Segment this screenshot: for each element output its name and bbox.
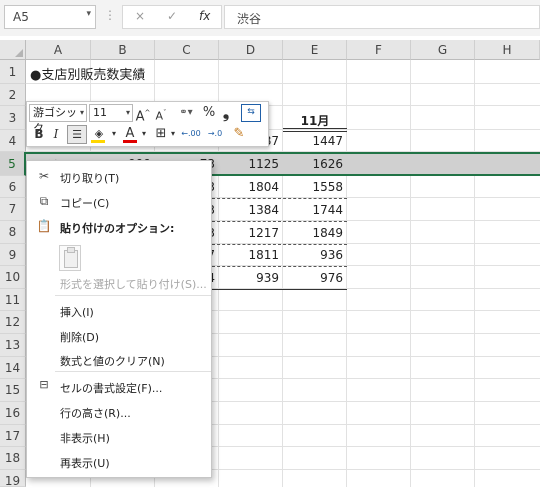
row-header-11[interactable]: 11 <box>0 289 26 311</box>
context-menu: ✂ 切り取り(T) ⧉ コピー(C) 📋 貼り付けのオプション: 形式を選択して… <box>26 160 212 478</box>
menu-item-hide[interactable]: 非表示(H) <box>60 430 110 446</box>
cell-d8: 1217 <box>248 226 279 240</box>
formula-input[interactable]: 渋谷 <box>224 5 540 29</box>
enter-icon[interactable]: ✓ <box>167 9 177 23</box>
menu-item-clear[interactable]: 数式と値のクリア(N) <box>60 353 165 369</box>
wrap-text-icon[interactable]: ⇆ <box>241 104 261 122</box>
column-header-a[interactable]: A <box>26 40 91 60</box>
more-icon: ⋮ <box>104 8 116 22</box>
select-all-corner[interactable] <box>0 40 26 60</box>
chevron-down-icon[interactable]: ▾ <box>86 9 91 19</box>
row-header-2[interactable]: 2 <box>0 84 26 106</box>
menu-item-copy[interactable]: コピー(C) <box>60 195 109 211</box>
row-header-9[interactable]: 9 <box>0 244 26 266</box>
percent-icon[interactable]: % <box>201 104 217 122</box>
cell-d9: 1811 <box>248 248 279 262</box>
font-color-icon[interactable]: A <box>121 125 139 143</box>
row-header-3[interactable]: 3 <box>0 106 26 130</box>
cell-e7: 1744 <box>312 203 343 217</box>
insert-function-icon[interactable]: fx <box>199 9 210 23</box>
cell-e10: 976 <box>320 271 343 285</box>
italic-icon[interactable]: I <box>49 125 63 143</box>
align-center-icon[interactable]: ☰ <box>67 125 87 144</box>
column-header-b[interactable]: B <box>91 40 155 60</box>
menu-item-delete[interactable]: 削除(D) <box>60 329 99 345</box>
format-painter-icon[interactable]: ✎ <box>231 125 247 143</box>
fill-color-icon[interactable]: ◈ <box>89 125 109 143</box>
menu-item-format-cells[interactable]: セルの書式設定(F)... <box>60 380 162 396</box>
cell-e8: 1849 <box>312 226 343 240</box>
format-cells-icon: ⊟ <box>39 378 49 391</box>
clipboard-icon: 📋 <box>36 219 52 233</box>
scissors-icon: ✂ <box>38 169 50 183</box>
menu-item-paste-special[interactable]: 形式を選択して貼り付け(S)... <box>60 276 207 292</box>
column-header-f[interactable]: F <box>347 40 411 60</box>
shrink-font-icon[interactable]: Aˇ <box>153 104 169 126</box>
cancel-icon[interactable]: × <box>135 9 145 23</box>
row-header-7[interactable]: 7 <box>0 198 26 221</box>
row-header-13[interactable]: 13 <box>0 334 26 357</box>
menu-item-unhide[interactable]: 再表示(U) <box>60 455 110 471</box>
chevron-down-icon[interactable]: ▾ <box>140 125 148 143</box>
sheet-title: ●支店別販売数実績 <box>30 68 146 83</box>
font-name-select[interactable]: 游ゴシック ▾ <box>29 104 87 135</box>
formula-bar: A5 ▾ ⋮ × ✓ fx 渋谷 <box>0 0 540 36</box>
bold-icon[interactable]: B <box>31 125 47 143</box>
cell-e5: 1626 <box>312 157 343 171</box>
menu-item-paste-options: 貼り付けのオプション: <box>60 222 175 235</box>
copy-icon: ⧉ <box>39 194 49 208</box>
column-header-d[interactable]: D <box>219 40 283 60</box>
row-header-15[interactable]: 15 <box>0 379 26 402</box>
menu-item-cut[interactable]: 切り取り(T) <box>60 170 119 186</box>
cell-d10: 939 <box>256 271 279 285</box>
cell-e6: 1558 <box>312 180 343 194</box>
cell-e4: 1447 <box>312 134 343 148</box>
row-header-12[interactable]: 12 <box>0 311 26 334</box>
chevron-down-icon[interactable]: ▾ <box>110 125 118 143</box>
row-header-10[interactable]: 10 <box>0 266 26 289</box>
row-header-17[interactable]: 17 <box>0 425 26 447</box>
name-box[interactable]: A5 ▾ <box>4 5 96 29</box>
accounting-format-icon[interactable]: ⚭▾ <box>173 104 199 122</box>
row-header-4[interactable]: 4 <box>0 130 26 152</box>
borders-icon[interactable]: ⊞ <box>153 125 169 143</box>
font-size-select[interactable]: 11 ▾ <box>89 104 133 122</box>
row-header-18[interactable]: 18 <box>0 447 26 470</box>
row-header-8[interactable]: 8 <box>0 221 26 244</box>
grow-font-icon[interactable]: A^ <box>135 104 151 126</box>
increase-decimal-icon[interactable]: ←.00 <box>181 125 201 143</box>
row-header-6[interactable]: 6 <box>0 176 26 198</box>
cell-d7: 1384 <box>248 203 279 217</box>
cell-d6: 1804 <box>248 180 279 194</box>
comma-style-icon[interactable]: ❟ <box>219 104 233 122</box>
chevron-down-icon: ▾ <box>125 108 130 117</box>
column-header-g[interactable]: G <box>411 40 475 60</box>
column-header-h[interactable]: H <box>475 40 540 60</box>
mini-toolbar: 游ゴシック ▾ 11 ▾ A^ Aˇ ⚭▾ % ❟ ⇆ B I ☰ ◈ ▾ A … <box>26 101 269 147</box>
menu-item-row-height[interactable]: 行の高さ(R)... <box>60 405 131 421</box>
row-header-5[interactable]: 5 <box>0 152 26 176</box>
chevron-down-icon: ▾ <box>79 108 84 117</box>
cell-e9: 936 <box>320 248 343 262</box>
column-header-e[interactable]: E <box>283 40 347 60</box>
font-size-value: 11 <box>93 106 107 119</box>
row-header-19[interactable]: 19 <box>0 470 26 488</box>
row-header-16[interactable]: 16 <box>0 402 26 425</box>
cell-d5: 1125 <box>248 157 279 171</box>
decrease-decimal-icon[interactable]: →.0 <box>205 125 225 143</box>
column-header-c[interactable]: C <box>155 40 219 60</box>
formula-buttons: × ✓ fx <box>122 5 222 29</box>
chevron-down-icon[interactable]: ▾ <box>169 125 177 143</box>
formula-value: 渋谷 <box>237 12 262 26</box>
paste-icon[interactable] <box>59 245 81 271</box>
menu-item-insert[interactable]: 挿入(I) <box>60 304 94 320</box>
row-header-1[interactable]: 1 <box>0 60 26 84</box>
header-nov: 11月 <box>300 114 330 128</box>
name-box-value: A5 <box>13 10 29 24</box>
row-header-14[interactable]: 14 <box>0 357 26 379</box>
